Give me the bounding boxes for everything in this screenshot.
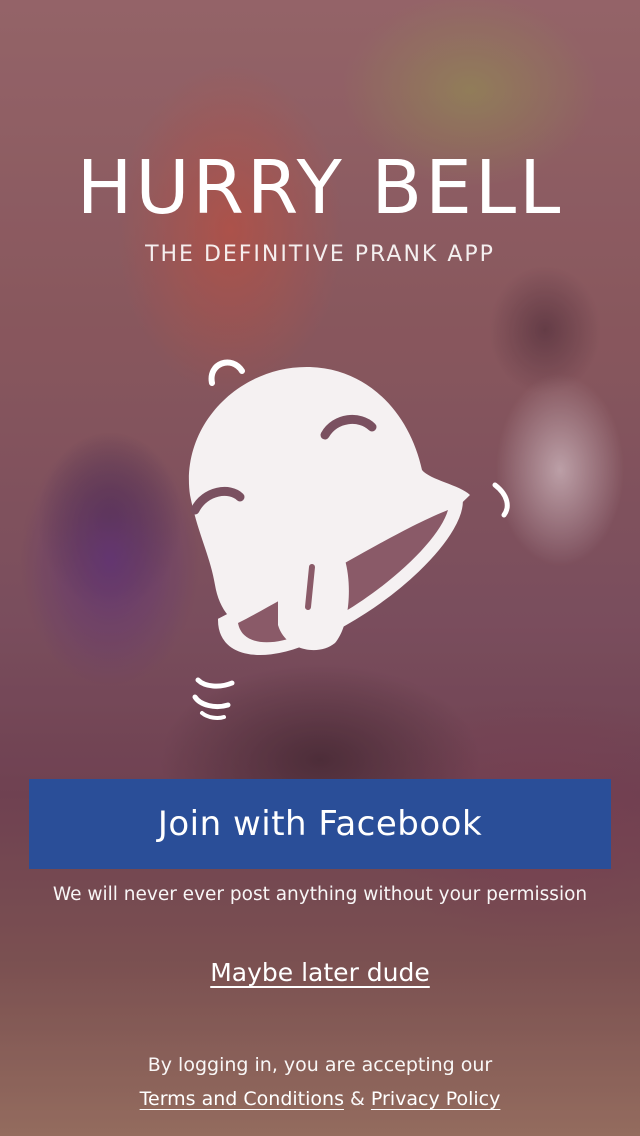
bell-mascot-icon [188,359,510,720]
welcome-screen: HURRY BELL THE DEFINITIVE PRANK APP Join… [0,0,640,1136]
legal-links: Terms and Conditions & Privacy Policy [0,1082,640,1116]
legal-prefix: By logging in, you are accepting our [147,1054,493,1076]
legal-footer: By logging in, you are accepting our Ter… [0,1048,640,1116]
join-facebook-button[interactable]: Join with Facebook [29,779,611,869]
privacy-link[interactable]: Privacy Policy [371,1088,500,1110]
privacy-notice: We will never ever post anything without… [52,884,588,905]
maybe-later-link[interactable]: Maybe later dude [0,958,640,987]
terms-link[interactable]: Terms and Conditions [140,1088,344,1110]
legal-separator: & [350,1088,365,1110]
app-tagline: THE DEFINITIVE PRANK APP [145,242,495,267]
app-title: HURRY BELL [76,145,564,231]
